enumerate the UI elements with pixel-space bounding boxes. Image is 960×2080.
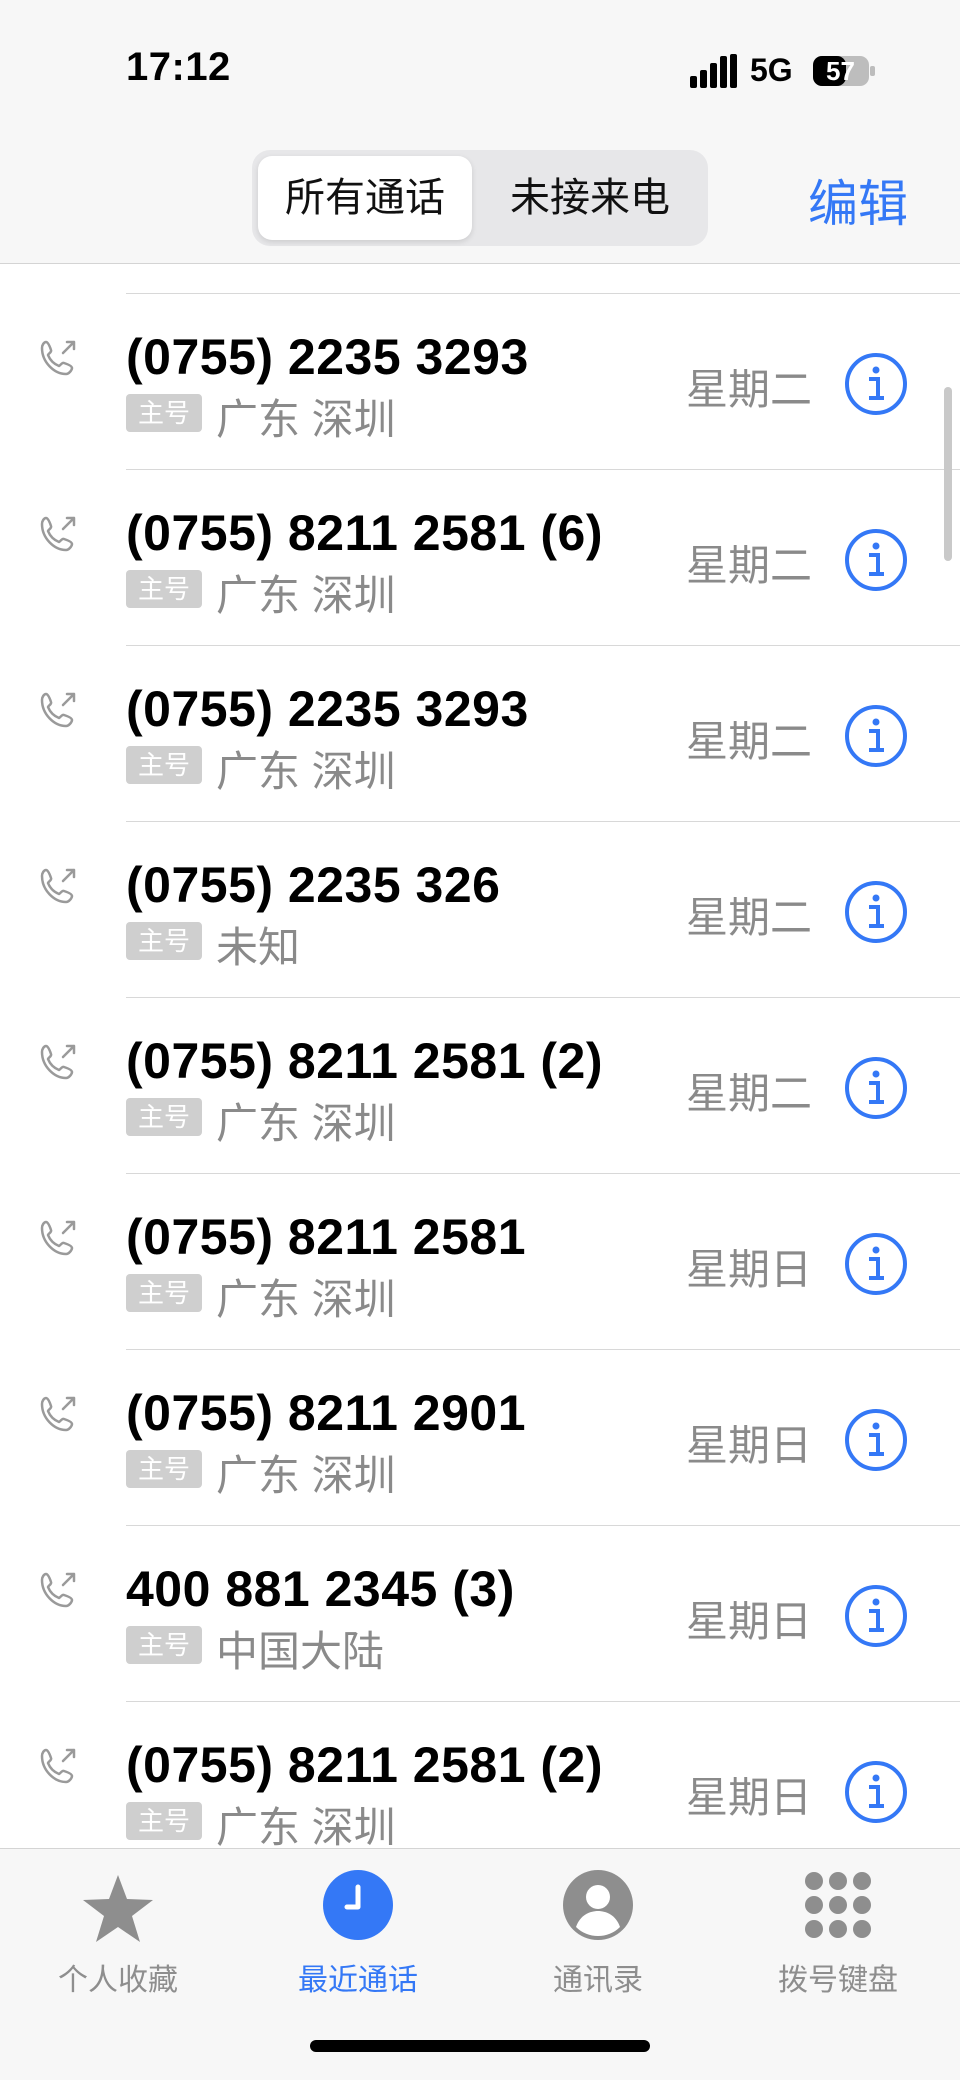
network-type: 5G	[750, 52, 793, 88]
call-location: 广东 深圳	[216, 1452, 396, 1499]
call-number: (0755) 8211 2901	[126, 1385, 527, 1441]
info-icon[interactable]	[844, 1408, 908, 1472]
status-time: 17:12	[126, 45, 231, 89]
outgoing-call-icon	[40, 868, 76, 904]
recent-calls-list[interactable]: (0755) 2235 3293 主号 广东 深圳 星期二 (0755) 821…	[0, 263, 960, 1848]
info-icon[interactable]	[844, 704, 908, 768]
outgoing-call-icon	[40, 1572, 76, 1608]
call-day: 星期二	[686, 1070, 813, 1117]
info-icon[interactable]	[844, 352, 908, 416]
scroll-indicator[interactable]	[944, 387, 952, 561]
call-row[interactable]: (0755) 2235 3293 主号 广东 深圳 星期二	[0, 646, 960, 822]
call-row[interactable]: (0755) 8211 2581 (6) 主号 广东 深圳 星期二	[0, 470, 960, 646]
status-bar: 17:12 5G 57	[0, 0, 960, 140]
clock-icon	[323, 1870, 393, 1940]
sim-tag: 主号	[126, 1098, 202, 1136]
tab-label: 个人收藏	[58, 1964, 178, 1997]
signal-icon	[690, 54, 737, 88]
segment-all-calls[interactable]: 所有通话	[258, 156, 472, 240]
call-location: 广东 深圳	[216, 396, 396, 443]
sim-tag: 主号	[126, 1450, 202, 1488]
sim-tag: 主号	[126, 1626, 202, 1664]
tab-favorites[interactable]: 个人收藏	[18, 1869, 218, 1997]
call-day: 星期日	[686, 1422, 813, 1469]
call-number: 400 881 2345 (3)	[126, 1561, 515, 1617]
call-number: (0755) 8211 2581	[126, 1209, 527, 1265]
call-number: (0755) 8211 2581 (2)	[126, 1737, 604, 1793]
call-filter-segmented-control: 所有通话 未接来电	[252, 150, 708, 246]
outgoing-call-icon	[40, 340, 76, 376]
call-number: (0755) 8211 2581 (6)	[126, 505, 604, 561]
star-icon	[83, 1875, 153, 1942]
call-location: 未知	[216, 924, 301, 971]
call-row[interactable]: (0755) 8211 2581 (2) 主号 广东 深圳 星期日	[0, 1702, 960, 1848]
sim-tag: 主号	[126, 1802, 202, 1840]
call-row[interactable]: (0755) 2235 3293 主号 广东 深圳 星期二	[0, 294, 960, 470]
call-row[interactable]: (0755) 8211 2581 (2) 主号 广东 深圳 星期二	[0, 998, 960, 1174]
home-indicator[interactable]	[310, 2040, 650, 2052]
outgoing-call-icon	[40, 1220, 76, 1256]
battery-level: 57	[826, 56, 855, 86]
call-number: (0755) 2235 3293	[126, 329, 529, 385]
call-location: 广东 深圳	[216, 748, 396, 795]
tab-label: 通讯录	[553, 1964, 643, 1997]
call-row[interactable]: 400 881 2345 (3) 主号 中国大陆 星期日	[0, 1526, 960, 1702]
info-icon[interactable]	[844, 1760, 908, 1824]
call-location: 中国大陆	[216, 1628, 385, 1675]
tab-label: 最近通话	[298, 1964, 418, 1997]
sim-tag: 主号	[126, 746, 202, 784]
edit-button[interactable]: 编辑	[808, 164, 908, 236]
outgoing-call-icon	[40, 1396, 76, 1432]
call-day: 星期日	[686, 1598, 813, 1645]
call-number: (0755) 2235 326	[126, 857, 501, 913]
keypad-icon	[805, 1872, 871, 1938]
outgoing-call-icon	[40, 692, 76, 728]
info-icon[interactable]	[844, 880, 908, 944]
sim-tag: 主号	[126, 1274, 202, 1312]
call-row[interactable]: (0755) 2235 326 主号 未知 星期二	[0, 822, 960, 998]
outgoing-call-icon	[40, 1748, 76, 1784]
call-location: 广东 深圳	[216, 1276, 396, 1323]
tab-contacts[interactable]: 通讯录	[498, 1869, 698, 1997]
sim-tag: 主号	[126, 570, 202, 608]
info-icon[interactable]	[844, 1232, 908, 1296]
call-location: 广东 深圳	[216, 1804, 396, 1848]
contact-icon	[563, 1870, 633, 1940]
outgoing-call-icon	[40, 1044, 76, 1080]
call-day: 星期二	[686, 366, 813, 413]
header: 所有通话 未接来电 编辑	[0, 140, 960, 264]
sim-tag: 主号	[126, 922, 202, 960]
info-icon[interactable]	[844, 1584, 908, 1648]
call-number: (0755) 2235 3293	[126, 681, 529, 737]
call-day: 星期二	[686, 718, 813, 765]
tab-keypad[interactable]: 拨号键盘	[738, 1869, 938, 1997]
call-number: (0755) 8211 2581 (2)	[126, 1033, 604, 1089]
sim-tag: 主号	[126, 394, 202, 432]
call-day: 星期日	[686, 1246, 813, 1293]
call-row[interactable]: (0755) 8211 2901 主号 广东 深圳 星期日	[0, 1350, 960, 1526]
info-icon[interactable]	[844, 1056, 908, 1120]
tab-recents[interactable]: 最近通话	[258, 1869, 458, 1997]
call-day: 星期日	[686, 1774, 813, 1821]
call-day: 星期二	[686, 894, 813, 941]
call-day: 星期二	[686, 542, 813, 589]
info-icon[interactable]	[844, 528, 908, 592]
outgoing-call-icon	[40, 516, 76, 552]
call-row[interactable]: (0755) 8211 2581 主号 广东 深圳 星期日	[0, 1174, 960, 1350]
call-location: 广东 深圳	[216, 1100, 396, 1147]
call-location: 广东 深圳	[216, 572, 396, 619]
tab-label: 拨号键盘	[778, 1964, 898, 1997]
segment-missed-calls[interactable]: 未接来电	[478, 156, 702, 240]
